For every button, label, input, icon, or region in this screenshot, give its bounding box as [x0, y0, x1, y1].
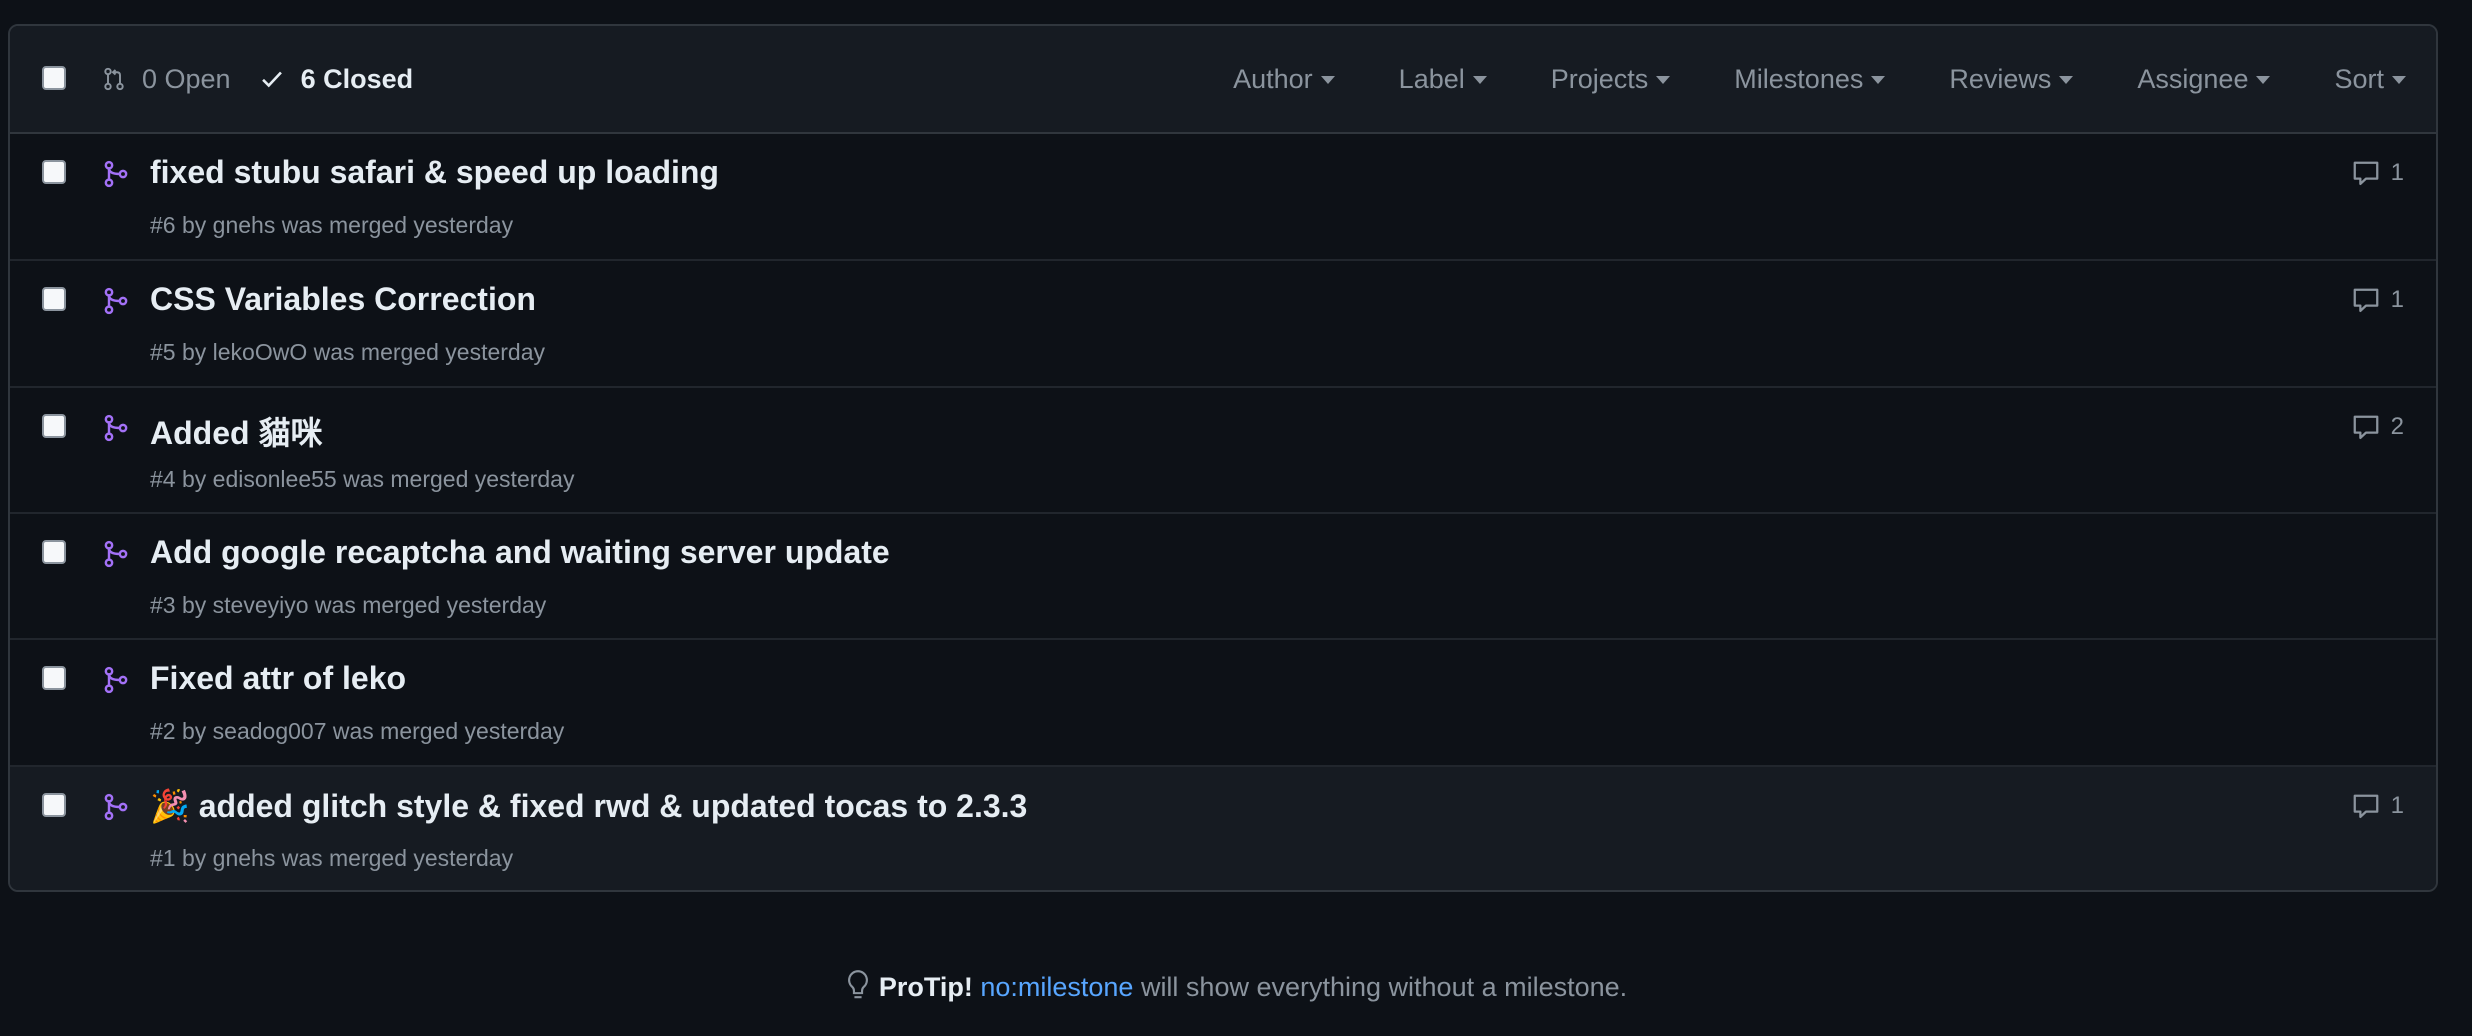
pull-request-meta: #6 by gnehs was merged yesterday — [150, 212, 514, 238]
row-checkbox[interactable] — [42, 287, 66, 311]
projects-filter-label: Projects — [1550, 63, 1649, 94]
pull-request-meta: #5 by lekoOwO was merged yesterday — [150, 339, 546, 365]
comment-icon — [2353, 288, 2379, 312]
closed-count-label: 6 Closed — [300, 63, 414, 94]
protip: ProTip! no:milestone will show everythin… — [0, 968, 2472, 1003]
closed-filter[interactable]: 6 Closed — [259, 63, 414, 95]
comment-count: 1 — [2390, 159, 2404, 186]
git-merge-icon — [104, 414, 128, 442]
row-checkbox[interactable] — [42, 160, 66, 184]
pull-request-row: Added 貓咪 #4 by edisonlee55 was merged ye… — [10, 388, 2436, 514]
pull-request-list: 0 Open 6 Closed Author Label Projects Mi… — [8, 24, 2438, 892]
git-merge-icon — [104, 287, 128, 315]
pull-request-title-link[interactable]: Added 貓咪 — [150, 408, 322, 454]
caret-down-icon — [2392, 76, 2406, 84]
pull-request-title-link[interactable]: fixed stubu safari & speed up loading — [150, 154, 719, 191]
row-checkbox[interactable] — [42, 666, 66, 690]
projects-filter-menu[interactable]: Projects — [1551, 64, 1671, 95]
git-merge-icon — [104, 793, 128, 821]
git-merge-icon — [104, 160, 128, 188]
row-checkbox[interactable] — [42, 793, 66, 817]
filter-bar: Author Label Projects Milestones Reviews… — [1169, 26, 2406, 132]
comment-icon — [2353, 794, 2379, 818]
open-count-label: 0 Open — [142, 63, 231, 94]
protip-text: will show everything without a milestone… — [1133, 972, 1628, 1002]
assignee-filter-menu[interactable]: Assignee — [2137, 63, 2271, 95]
comments-link[interactable]: 2 — [2351, 412, 2404, 442]
row-checkbox[interactable] — [42, 540, 66, 564]
comments-link[interactable]: 1 — [2351, 791, 2404, 821]
milestones-filter-label: Milestones — [1734, 63, 1864, 94]
pull-request-meta: #3 by steveyiyo was merged yesterday — [150, 592, 547, 618]
git-merge-icon — [104, 666, 128, 694]
pull-request-title-link[interactable]: CSS Variables Correction — [150, 281, 536, 318]
comment-count: 1 — [2390, 792, 2404, 819]
protip-lead: ProTip! — [878, 972, 973, 1002]
comment-icon — [2353, 415, 2379, 439]
comments-link[interactable]: 1 — [2351, 285, 2404, 315]
caret-down-icon — [1472, 76, 1487, 84]
author-filter-label: Author — [1233, 63, 1313, 94]
select-all-checkbox[interactable] — [42, 66, 66, 90]
caret-down-icon — [2256, 76, 2271, 84]
author-filter-menu[interactable]: Author — [1233, 64, 1335, 95]
caret-down-icon — [1871, 76, 1886, 84]
reviews-filter-menu[interactable]: Reviews — [1949, 63, 2074, 95]
comments-link[interactable]: 1 — [2351, 158, 2404, 188]
comment-count: 1 — [2390, 286, 2404, 313]
pull-request-title-link[interactable]: Fixed attr of leko — [150, 660, 406, 697]
pull-request-row: 🎉 added glitch style & fixed rwd & updat… — [10, 767, 2436, 890]
caret-down-icon — [1320, 76, 1335, 84]
git-merge-icon — [104, 540, 128, 568]
check-icon — [261, 71, 282, 88]
light-bulb-icon — [847, 970, 868, 999]
pull-request-meta: #1 by gnehs was merged yesterday — [150, 845, 514, 871]
row-checkbox[interactable] — [42, 414, 66, 438]
protip-milestone-link[interactable]: no:milestone — [980, 972, 1133, 1002]
label-filter-menu[interactable]: Label — [1399, 64, 1487, 95]
pull-request-row: Add google recaptcha and waiting server … — [10, 514, 2436, 640]
caret-down-icon — [1656, 76, 1671, 84]
pull-request-meta: #4 by edisonlee55 was merged yesterday — [150, 466, 575, 492]
comment-count: 2 — [2390, 413, 2404, 440]
open-filter[interactable]: 0 Open — [102, 64, 231, 95]
label-filter-label: Label — [1398, 63, 1465, 94]
caret-down-icon — [2059, 76, 2074, 84]
pull-request-row: fixed stubu safari & speed up loading #6… — [10, 134, 2436, 261]
pull-request-row: Fixed attr of leko #2 by seadog007 was m… — [10, 640, 2436, 767]
sort-label: Sort — [2334, 63, 2384, 94]
pull-request-title-link[interactable]: 🎉 added glitch style & fixed rwd & updat… — [150, 787, 1027, 825]
assignee-filter-label: Assignee — [2137, 63, 2249, 94]
comment-icon — [2353, 161, 2379, 185]
git-pull-request-icon — [104, 67, 124, 91]
list-header: 0 Open 6 Closed Author Label Projects Mi… — [10, 26, 2436, 134]
reviews-filter-label: Reviews — [1949, 63, 2052, 94]
pull-request-row: CSS Variables Correction #5 by lekoOwO w… — [10, 261, 2436, 388]
pull-request-meta: #2 by seadog007 was merged yesterday — [150, 718, 565, 744]
state-toggle: 0 Open 6 Closed — [102, 26, 441, 132]
pull-request-title-link[interactable]: Add google recaptcha and waiting server … — [150, 534, 890, 571]
milestones-filter-menu[interactable]: Milestones — [1734, 63, 1886, 95]
sort-menu[interactable]: Sort — [2334, 64, 2406, 95]
